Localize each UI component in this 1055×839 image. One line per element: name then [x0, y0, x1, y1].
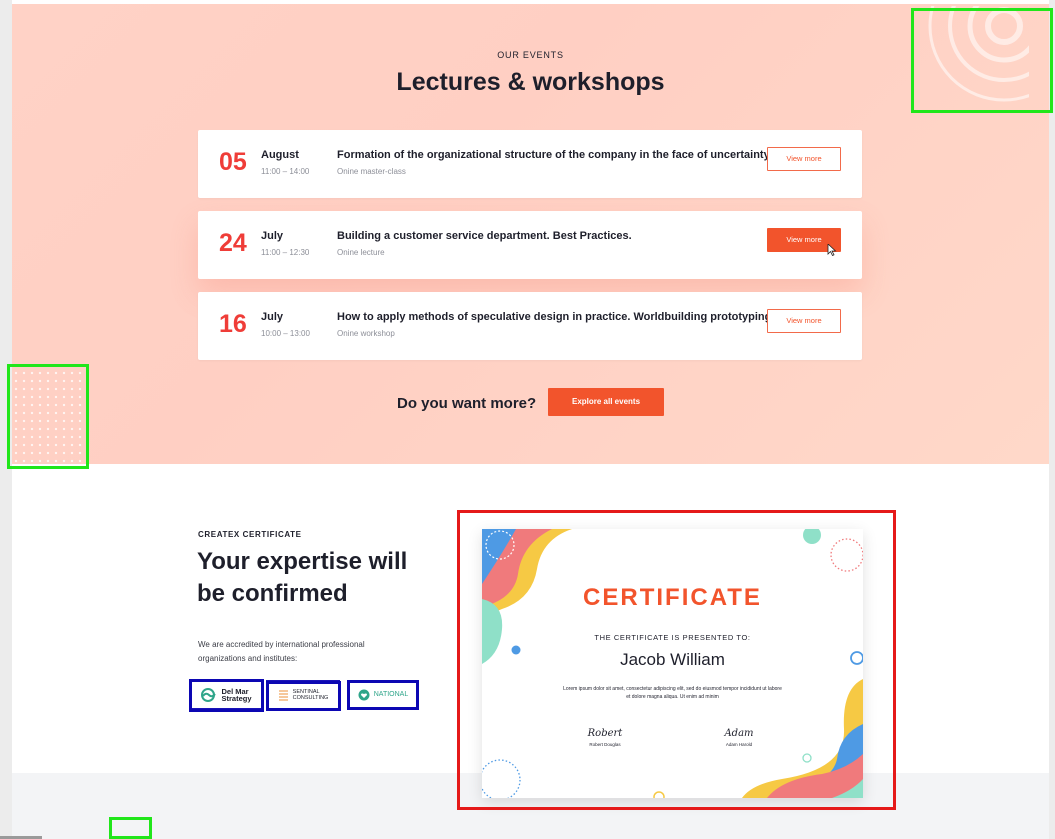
- certificate-presented-to: THE CERTIFICATE IS PRESENTED TO:: [594, 633, 751, 642]
- event-day: 05: [219, 148, 247, 176]
- certificate-recipient-name: Jacob William: [620, 650, 725, 669]
- more-prompt-text: Do you want more?: [397, 395, 537, 412]
- signature-name: Adam Harold: [725, 742, 753, 747]
- partner-logo-sentinal: SENTINAL CONSULTING: [266, 680, 340, 710]
- event-type: Onine master-class: [337, 167, 406, 176]
- decorative-dots-pattern: [12, 369, 84, 464]
- certificate-section-title: Your expertise will be confirmed: [197, 548, 408, 607]
- certificate-body-text: Lorem ipsum dolor sit amet, consectetur …: [563, 686, 782, 700]
- event-day: 24: [219, 229, 247, 257]
- events-eyebrow: OUR EVENTS: [497, 50, 564, 60]
- signature-name: Robert Douglas: [589, 742, 621, 747]
- event-type: Onine lecture: [337, 248, 385, 257]
- certificate-description: We are accredited by international profe…: [198, 640, 365, 663]
- certificate-image: CERTIFICATE THE CERTIFICATE IS PRESENTED…: [482, 529, 863, 798]
- signature-left: Robert Robert Douglas: [565, 728, 645, 747]
- event-card: 05 August 11:00 – 14:00 Formation of the…: [198, 130, 862, 198]
- logo-line2: CONSULTING: [292, 695, 329, 701]
- partner-logo-del-mar: Del Mar Strategy: [189, 680, 263, 710]
- national-logo-icon: [358, 689, 370, 701]
- signature-mark: Adam: [724, 728, 754, 739]
- page: OUR EVENTS Lectures & workshops 05 Augus…: [12, 0, 1049, 839]
- event-month: July: [261, 311, 284, 323]
- explore-all-events-button[interactable]: Explore all events: [548, 388, 664, 416]
- view-more-button[interactable]: View more: [767, 309, 841, 333]
- event-card: 24 July 11:00 – 12:30 Building a custome…: [198, 211, 862, 279]
- event-time: 10:00 – 13:00: [261, 329, 310, 338]
- event-day: 16: [219, 310, 247, 338]
- mouse-cursor-icon: [827, 244, 837, 256]
- events-title: Lectures & workshops: [396, 68, 665, 96]
- event-title: Formation of the organizational structur…: [337, 149, 772, 161]
- event-month: July: [261, 230, 284, 242]
- event-card: 16 July 10:00 – 13:00 How to apply metho…: [198, 292, 862, 360]
- sentinal-logo-icon: [278, 690, 288, 701]
- view-more-button[interactable]: View more: [767, 147, 841, 171]
- event-time: 11:00 – 14:00: [261, 167, 310, 176]
- signature-right: Adam Adam Harold: [699, 728, 779, 747]
- signature-mark: Robert: [587, 728, 623, 739]
- event-title: Building a customer service department. …: [337, 230, 632, 242]
- event-title: How to apply methods of speculative desi…: [337, 311, 775, 323]
- certificate-eyebrow: CREATEX CERTIFICATE: [198, 530, 302, 539]
- logo-line1: NATIONAL: [373, 690, 409, 698]
- event-time: 11:00 – 12:30: [261, 248, 310, 257]
- event-month: August: [261, 149, 299, 161]
- partner-logo-national: NATIONAL: [347, 680, 419, 710]
- del-mar-logo-icon: [201, 688, 217, 702]
- logo-line2: Strategy: [221, 694, 252, 703]
- event-type: Onine workshop: [337, 329, 395, 338]
- certificate-heading: CERTIFICATE: [583, 584, 762, 611]
